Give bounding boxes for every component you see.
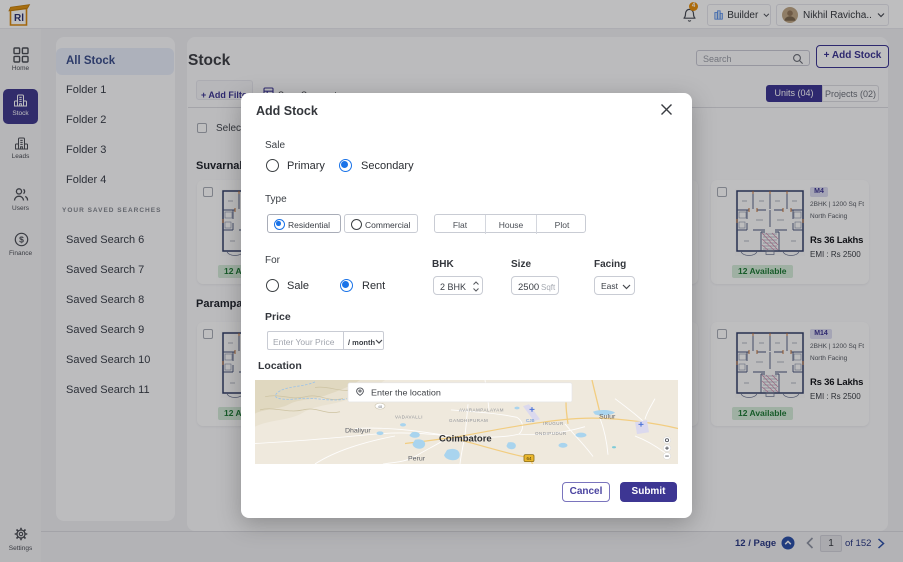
svg-text:ONDIPUDUR: ONDIPUDUR [535,431,567,436]
svg-text:Perur: Perur [408,455,426,462]
svg-text:IRUGUR: IRUGUR [543,421,564,426]
svg-text:CJB: CJB [526,418,535,423]
svg-text:Sulur: Sulur [599,413,616,420]
svg-text:GANDHIPURAM: GANDHIPURAM [449,418,488,423]
svg-text:Dhaliyur: Dhaliyur [345,427,371,434]
svg-text:48: 48 [378,405,382,409]
svg-text:VADAVALLI: VADAVALLI [395,414,423,419]
svg-text:AVARAMPALAYAM: AVARAMPALAYAM [459,408,504,413]
svg-text:Enter the location: Enter the location [371,388,441,398]
svg-text:64: 64 [526,456,532,461]
svg-text:Coimbatore: Coimbatore [439,434,492,444]
